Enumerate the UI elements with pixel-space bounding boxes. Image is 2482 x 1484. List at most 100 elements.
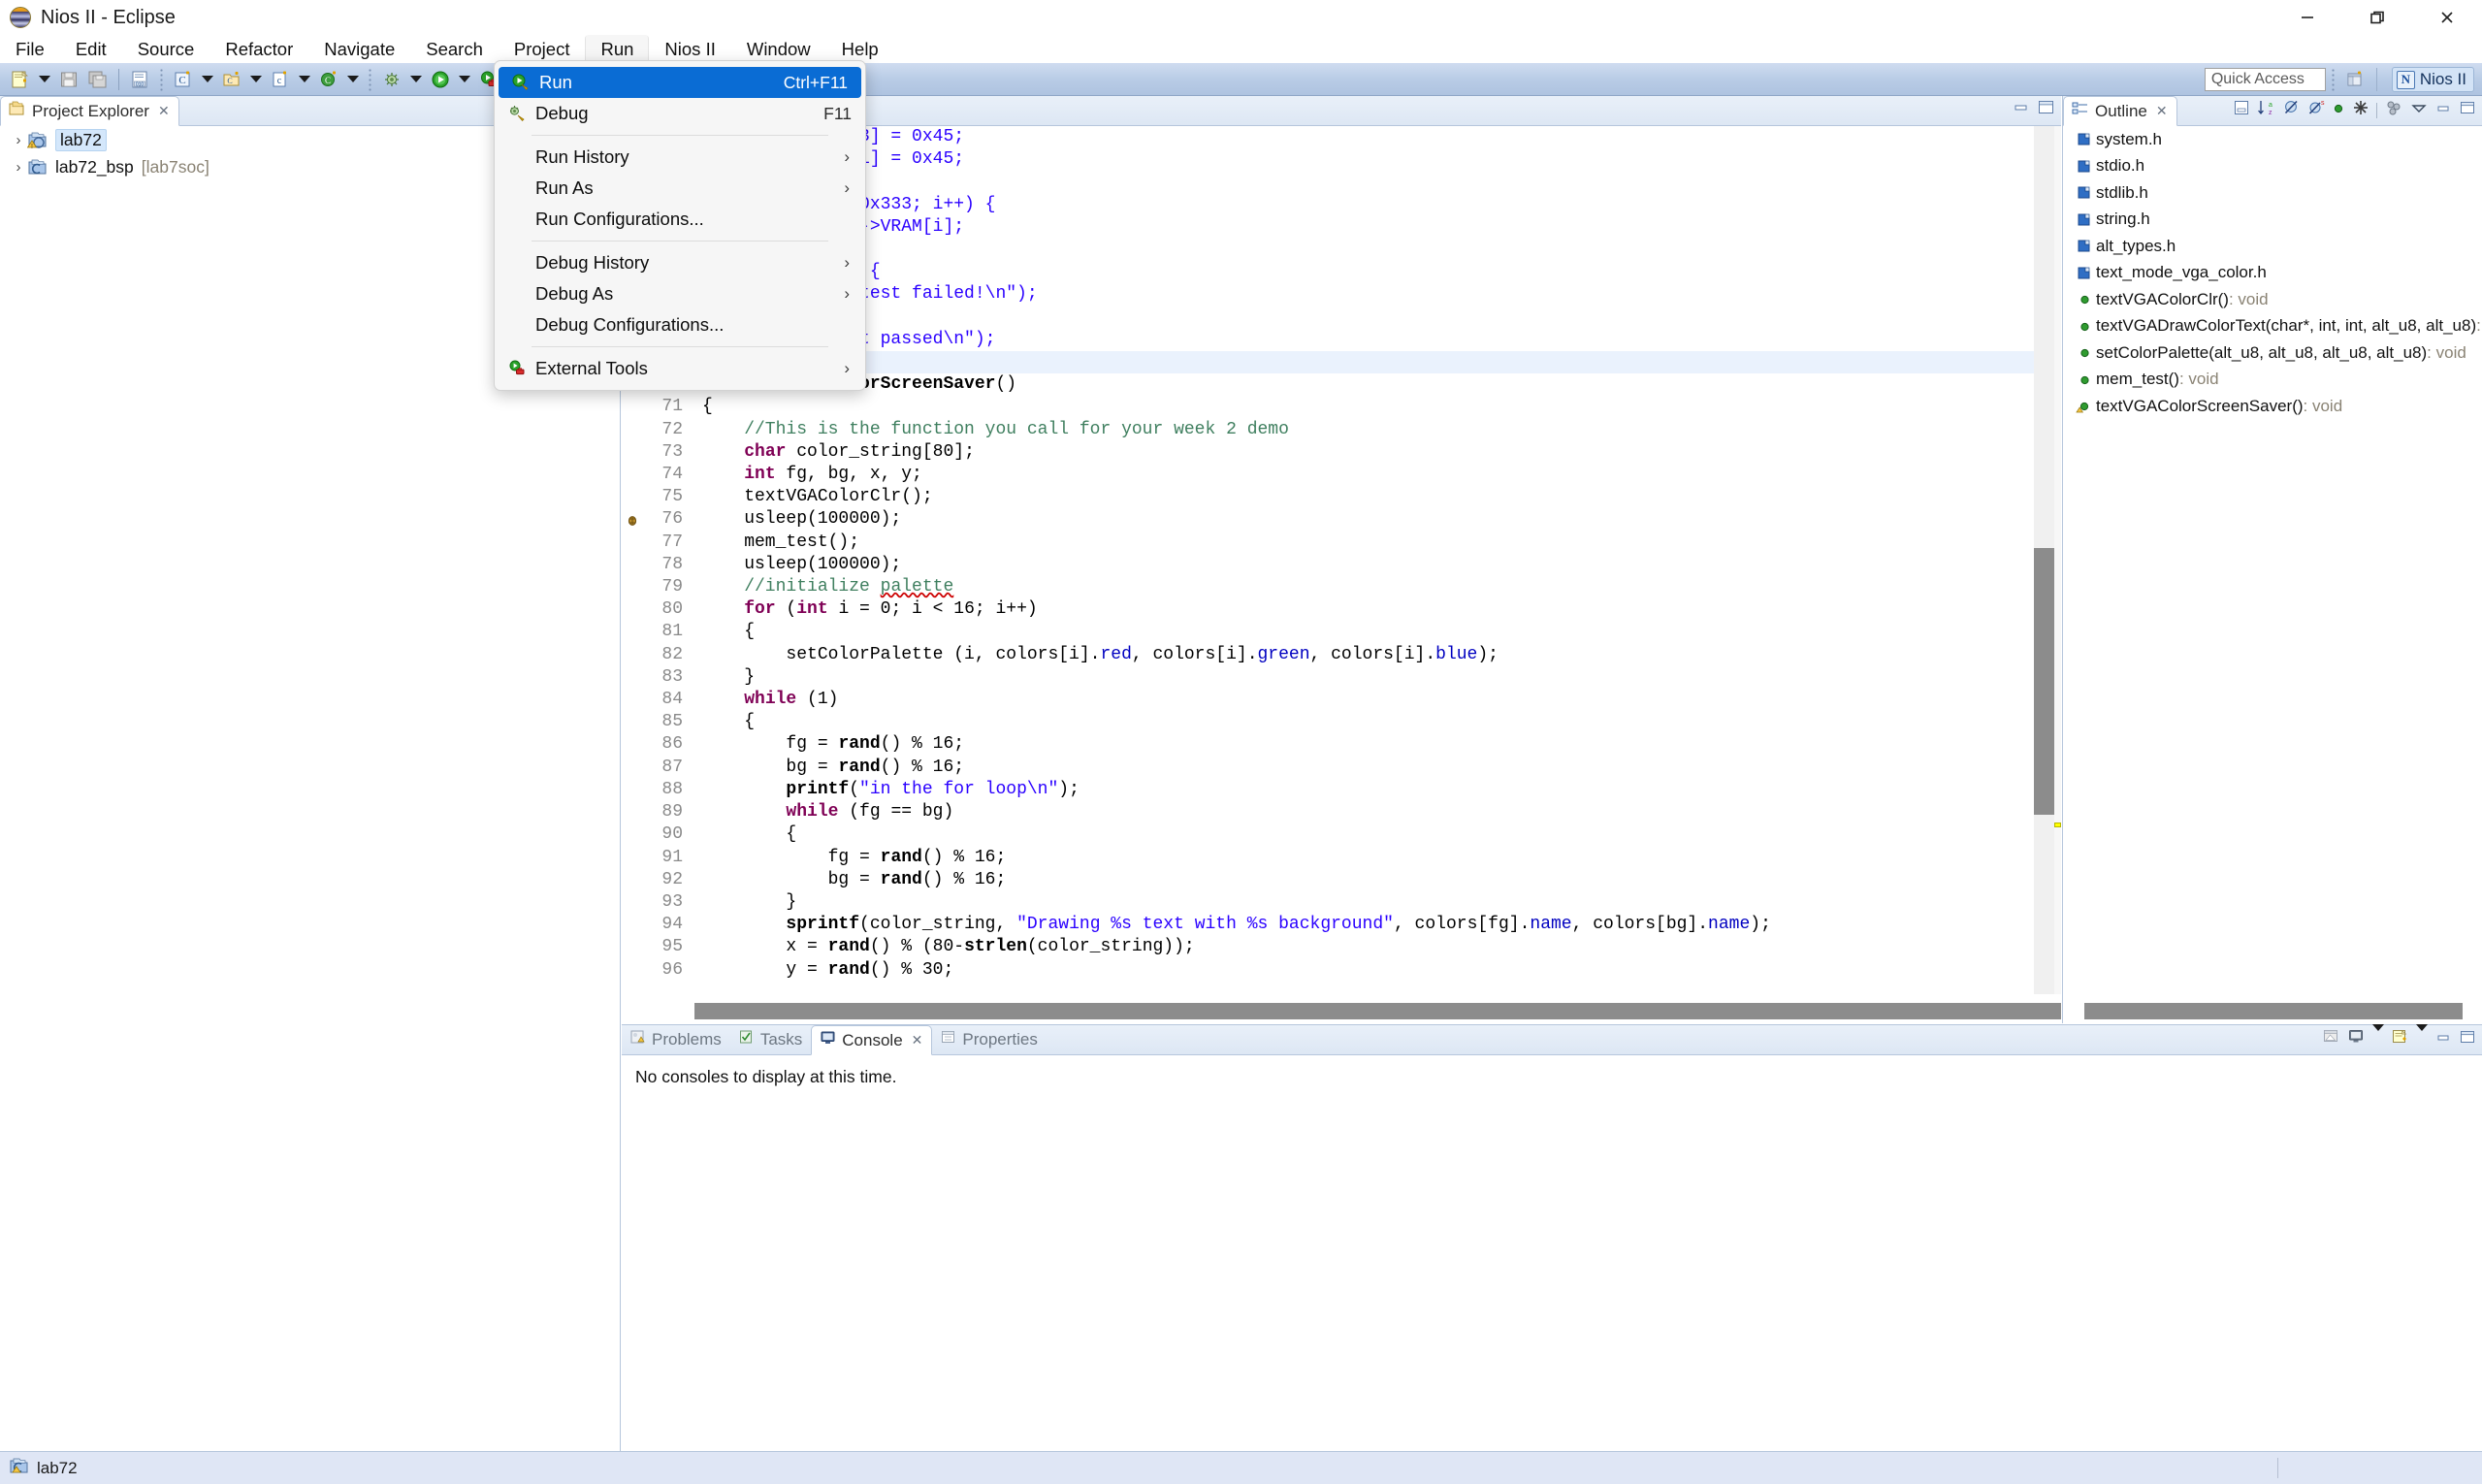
fold-marker[interactable] xyxy=(690,869,702,891)
run-menu-dropdown[interactable]: Run Ctrl+F11 Debug F11 Run History › Run As › Ru… xyxy=(494,60,866,391)
menu-item-debug-configurations[interactable]: Debug Configurations... xyxy=(495,309,865,340)
menu-window[interactable]: Window xyxy=(731,35,826,63)
tab-project-explorer[interactable]: Project Explorer ✕ xyxy=(0,96,179,126)
new-c-folder-icon[interactable]: C xyxy=(217,66,246,93)
chevron-right-icon[interactable]: › xyxy=(10,132,27,148)
tab-problems[interactable]: Problems xyxy=(622,1024,730,1054)
perspective-nios-ii-button[interactable]: N Nios II xyxy=(2391,67,2474,92)
run-icon[interactable] xyxy=(426,66,455,93)
tab-console[interactable]: Console ✕ xyxy=(811,1025,933,1055)
debug-icon[interactable] xyxy=(377,66,406,93)
new-c-file-dropdown-arrow[interactable] xyxy=(295,66,314,93)
outline-item[interactable]: textVGAColorScreenSaver() : void xyxy=(2063,393,2482,420)
fold-marker[interactable] xyxy=(690,464,702,486)
editor-overview-ruler[interactable] xyxy=(2054,126,2061,994)
minimize-button[interactable] xyxy=(2272,0,2342,35)
fold-marker[interactable] xyxy=(690,823,702,846)
editor-horizontal-scrollbar[interactable] xyxy=(694,1003,2061,1019)
console-dropdown-icon[interactable] xyxy=(2372,1023,2384,1048)
build-icon[interactable]: 010 xyxy=(125,66,154,93)
maximize-icon[interactable] xyxy=(2037,98,2055,121)
focus-icon[interactable] xyxy=(2384,99,2403,121)
sort-icon[interactable]: a z xyxy=(2257,99,2276,121)
fold-marker[interactable] xyxy=(690,396,702,418)
new-c-project-dropdown-arrow[interactable] xyxy=(198,66,217,93)
menu-run[interactable]: Run xyxy=(585,35,650,63)
new-icon[interactable] xyxy=(6,66,35,93)
outline-item[interactable]: textVGAColorClr() : void xyxy=(2063,286,2482,313)
fold-marker[interactable] xyxy=(690,711,702,733)
outline-item[interactable]: system.h xyxy=(2063,126,2482,153)
fold-marker[interactable] xyxy=(690,936,702,958)
menu-source[interactable]: Source xyxy=(122,35,210,63)
new-c-project-icon[interactable]: C xyxy=(169,66,198,93)
fold-marker[interactable] xyxy=(690,666,702,689)
open-console-icon[interactable] xyxy=(2391,1028,2409,1050)
menu-item-debug-history[interactable]: Debug History › xyxy=(495,247,865,278)
new-c-folder-dropdown-arrow[interactable] xyxy=(246,66,266,93)
save-all-icon[interactable] xyxy=(83,66,113,93)
quick-access-input[interactable]: Quick Access xyxy=(2204,68,2326,91)
hide-local-types-icon[interactable] xyxy=(2352,99,2369,121)
menu-file[interactable]: File xyxy=(0,35,60,63)
collapse-all-icon[interactable] xyxy=(2233,99,2250,121)
view-menu-icon[interactable] xyxy=(2410,101,2428,119)
console-body[interactable]: No consoles to display at this time. xyxy=(622,1055,2482,1451)
bug-marker-icon[interactable] xyxy=(626,514,639,528)
menu-help[interactable]: Help xyxy=(826,35,894,63)
fold-marker[interactable] xyxy=(690,914,702,936)
open-console-dropdown-icon[interactable] xyxy=(2416,1023,2428,1048)
menu-search[interactable]: Search xyxy=(410,35,499,63)
hide-nonpublic-icon[interactable] xyxy=(2332,101,2345,119)
fold-marker[interactable] xyxy=(690,419,702,441)
save-icon[interactable] xyxy=(54,66,83,93)
debug-dropdown-arrow[interactable] xyxy=(406,66,426,93)
new-dropdown-arrow[interactable] xyxy=(35,66,54,93)
menu-item-run-configurations[interactable]: Run Configurations... xyxy=(495,204,865,235)
outline-item[interactable]: stdlib.h xyxy=(2063,179,2482,207)
fold-marker[interactable] xyxy=(690,757,702,779)
fold-marker[interactable] xyxy=(690,554,702,576)
menu-refactor[interactable]: Refactor xyxy=(210,35,308,63)
warning-marker[interactable] xyxy=(2054,823,2061,827)
outline-item[interactable]: text_mode_vga_color.h xyxy=(2063,260,2482,287)
outline-item[interactable]: alt_types.h xyxy=(2063,233,2482,260)
clear-console-icon[interactable] xyxy=(2322,1028,2340,1050)
fold-marker[interactable] xyxy=(690,486,702,508)
outline-item[interactable]: string.h xyxy=(2063,207,2482,234)
maximize-icon[interactable] xyxy=(2459,99,2476,121)
new-class-icon[interactable]: C xyxy=(314,66,343,93)
fold-marker[interactable] xyxy=(690,847,702,869)
vertical-scroll-thumb[interactable] xyxy=(2034,548,2054,815)
fold-marker[interactable] xyxy=(690,532,702,554)
menu-navigate[interactable]: Navigate xyxy=(308,35,410,63)
menu-item-debug-as[interactable]: Debug As › xyxy=(495,278,865,309)
fold-marker[interactable] xyxy=(690,733,702,756)
editor-vertical-scrollbar[interactable] xyxy=(2034,126,2054,994)
menu-edit[interactable]: Edit xyxy=(60,35,122,63)
minimize-icon[interactable] xyxy=(2012,101,2030,118)
chevron-right-icon[interactable]: › xyxy=(10,159,27,176)
menu-item-run[interactable]: Run Ctrl+F11 xyxy=(499,67,861,98)
fold-marker[interactable] xyxy=(690,959,702,982)
minimize-icon[interactable] xyxy=(2434,1031,2452,1048)
menu-item-run-history[interactable]: Run History › xyxy=(495,142,865,173)
outline-item[interactable]: mem_test() : void xyxy=(2063,367,2482,394)
fold-marker[interactable] xyxy=(690,576,702,598)
hide-static-icon[interactable]: s xyxy=(2307,99,2325,121)
open-perspective-icon[interactable] xyxy=(2340,66,2369,93)
outline-scroll-thumb[interactable] xyxy=(2084,1003,2463,1019)
menu-item-debug[interactable]: Debug F11 xyxy=(495,98,865,129)
horizontal-scroll-thumb[interactable] xyxy=(694,1003,2061,1019)
new-c-file-icon[interactable]: c xyxy=(266,66,295,93)
maximize-icon[interactable] xyxy=(2459,1028,2476,1050)
close-button[interactable] xyxy=(2412,0,2482,35)
hide-fields-icon[interactable] xyxy=(2283,99,2301,121)
fold-marker[interactable] xyxy=(690,508,702,531)
fold-marker[interactable] xyxy=(690,644,702,666)
fold-marker[interactable] xyxy=(690,441,702,464)
close-icon[interactable]: ✕ xyxy=(158,103,170,119)
run-dropdown-arrow[interactable] xyxy=(455,66,474,93)
close-icon[interactable]: ✕ xyxy=(912,1032,923,1048)
outline-item[interactable]: stdio.h xyxy=(2063,153,2482,180)
